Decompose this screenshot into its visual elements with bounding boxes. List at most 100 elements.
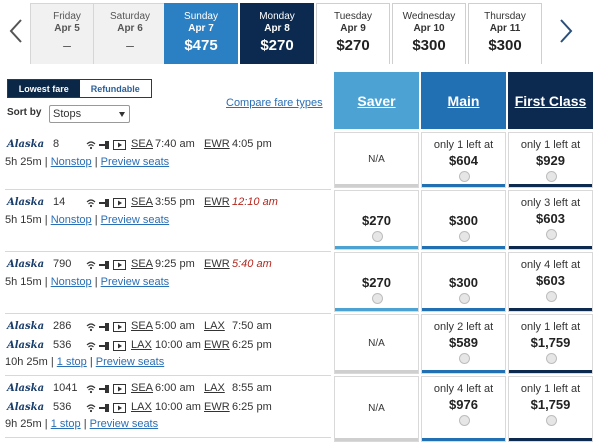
fare-color-bar	[422, 246, 505, 249]
departure-time: 6:00 am	[155, 382, 195, 394]
preview-seats-link[interactable]: Preview seats	[96, 356, 164, 368]
arrival-airport: EWR	[204, 258, 230, 270]
fare-cell-first[interactable]: only 3 left at $603	[508, 190, 593, 250]
arrival-airport: LAX	[204, 320, 225, 332]
wifi-icon	[86, 199, 96, 208]
entertainment-icon	[113, 198, 126, 208]
fare-cell-saver[interactable]: N/A	[334, 132, 419, 188]
fare-price: $976	[449, 397, 478, 412]
power-outlet-icon	[99, 199, 109, 207]
fare-radio[interactable]	[546, 353, 557, 364]
preview-seats-link[interactable]: Preview seats	[90, 418, 158, 430]
stops-link[interactable]: 1 stop	[57, 356, 87, 368]
fare-cell-main[interactable]: only 4 left at $976	[421, 376, 506, 442]
previous-dates-arrow[interactable]	[5, 14, 27, 48]
row-divider	[5, 251, 331, 252]
date-option-wednesday[interactable]: Wednesday Apr 10 $300	[392, 3, 466, 64]
fare-radio[interactable]	[459, 171, 470, 182]
fare-price: $300	[449, 275, 478, 290]
stops-link[interactable]: 1 stop	[51, 418, 81, 430]
fare-radio[interactable]	[546, 291, 557, 302]
fare-radio[interactable]	[546, 229, 557, 240]
fare-cell-first[interactable]: only 1 left at $929	[508, 132, 593, 188]
departure-time: 10:00 am	[155, 401, 201, 413]
wifi-icon	[86, 261, 96, 270]
stops-link[interactable]: Nonstop	[51, 276, 92, 288]
fare-radio[interactable]	[546, 171, 557, 182]
compare-fare-types-link[interactable]: Compare fare types	[226, 97, 323, 109]
flight-number: 14	[53, 196, 66, 208]
arrival-time: 6:25 pm	[232, 401, 272, 413]
day-date: Apr 9	[340, 23, 366, 34]
preview-seats-link[interactable]: Preview seats	[101, 276, 169, 288]
fare-radio[interactable]	[372, 231, 383, 242]
arrival-airport: EWR	[204, 339, 230, 351]
fare-color-bar	[509, 246, 592, 249]
fare-cell-saver[interactable]: N/A	[334, 376, 419, 442]
stops-link[interactable]: Nonstop	[51, 156, 92, 168]
departure-time: 9:25 pm	[155, 258, 195, 270]
lowest-fare-option[interactable]: Lowest fare	[8, 80, 80, 97]
column-header-saver[interactable]: Saver	[334, 72, 419, 129]
preview-seats-link[interactable]: Preview seats	[101, 156, 169, 168]
fare-cell-main[interactable]: $300	[421, 190, 506, 250]
entertainment-icon	[113, 260, 126, 270]
amenity-icons	[86, 383, 126, 395]
fare-radio[interactable]	[459, 231, 470, 242]
fare-radio[interactable]	[372, 293, 383, 304]
fare-price: $1,759	[530, 397, 571, 412]
date-option-monday[interactable]: Monday Apr 8 $270	[240, 3, 314, 64]
fare-cell-first[interactable]: only 4 left at $603	[508, 252, 593, 312]
row-divider	[5, 313, 331, 314]
fare-type-toggle: Lowest fare Refundable	[7, 79, 152, 98]
fare-cell-saver[interactable]: $270	[334, 252, 419, 312]
fare-radio[interactable]	[459, 293, 470, 304]
fare-price: $270	[362, 275, 391, 290]
flight-info-line: 5h 15m | Nonstop | Preview seats	[5, 214, 170, 226]
refundable-option[interactable]: Refundable	[79, 80, 151, 97]
fare-cell-saver[interactable]: N/A	[334, 314, 419, 374]
date-option-tuesday[interactable]: Tuesday Apr 9 $270	[316, 3, 390, 64]
flight-info-line: 9h 25m | 1 stop | Preview seats	[5, 418, 159, 430]
arrival-airport: EWR	[204, 138, 230, 150]
fare-color-bar	[335, 438, 418, 441]
fare-cell-first[interactable]: only 1 left at $1,759	[508, 376, 593, 442]
fare-cell-saver[interactable]: $270	[334, 190, 419, 250]
power-outlet-icon	[99, 385, 109, 393]
alaska-logo: Alaska	[7, 197, 45, 208]
fare-radio[interactable]	[459, 353, 470, 364]
departure-airport: SEA	[131, 196, 154, 208]
duration: 5h 15m	[5, 276, 42, 288]
preview-seats-link[interactable]: Preview seats	[101, 214, 169, 226]
seats-left-text: only 4 left at	[520, 259, 581, 271]
fare-cell-main[interactable]: only 2 left at $589	[421, 314, 506, 374]
alaska-logo: Alaska	[7, 383, 45, 394]
fare-price: $604	[449, 153, 478, 168]
flight-number: 8	[53, 138, 60, 150]
fare-cell-first[interactable]: only 1 left at $1,759	[508, 314, 593, 374]
power-outlet-icon	[99, 323, 109, 331]
duration: 5h 15m	[5, 214, 42, 226]
fare-color-bar	[509, 370, 592, 373]
column-header-first-class[interactable]: First Class	[508, 72, 593, 129]
wifi-icon	[86, 404, 96, 413]
departure-time: 10:00 am	[155, 339, 201, 351]
flight-number: 286	[53, 320, 72, 332]
column-header-main[interactable]: Main	[421, 72, 506, 129]
date-option-thursday[interactable]: Thursday Apr 11 $300	[468, 3, 542, 64]
fare-color-bar	[335, 370, 418, 373]
next-dates-arrow[interactable]	[555, 14, 577, 48]
day-name: Wednesday	[402, 11, 456, 22]
fare-radio[interactable]	[546, 415, 557, 426]
date-option-sunday[interactable]: Sunday Apr 7 $475	[164, 3, 238, 64]
wifi-icon	[86, 385, 96, 394]
row-divider	[5, 437, 331, 438]
sort-select[interactable]: Stops	[49, 105, 130, 123]
fare-cell-main[interactable]: $300	[421, 252, 506, 312]
fare-cell-main[interactable]: only 1 left at $604	[421, 132, 506, 188]
day-date: Apr 6	[117, 23, 143, 34]
stops-link[interactable]: Nonstop	[51, 214, 92, 226]
amenity-icons	[86, 340, 126, 352]
departure-airport: SEA	[131, 382, 154, 394]
fare-radio[interactable]	[459, 415, 470, 426]
